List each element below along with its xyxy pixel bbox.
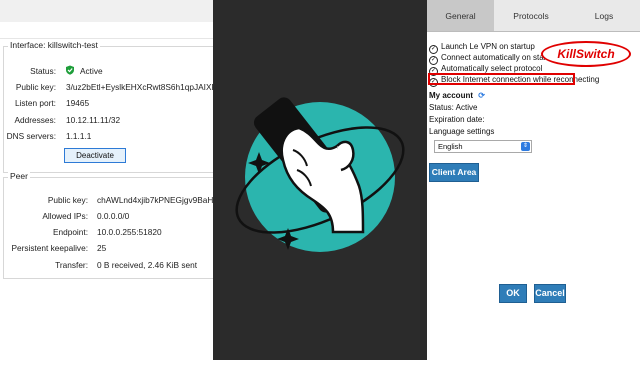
divider — [0, 38, 213, 39]
dns-servers-value: 1.1.1.1 — [66, 131, 92, 141]
allowed-ips-label: Allowed IPs: — [42, 211, 88, 221]
option-label: Automatically select protocol — [441, 64, 543, 73]
expiration-text: Expiration date: — [429, 115, 485, 124]
hand-holding-phone-icon — [235, 97, 405, 252]
killswitch-callout: KillSwitch — [541, 41, 631, 67]
option-label: Launch Le VPN on startup — [441, 42, 535, 51]
refresh-icon[interactable]: ⟳ — [478, 91, 485, 100]
tab-bar: General Protocols Logs — [427, 0, 640, 32]
client-area-button[interactable]: Client Area — [429, 163, 479, 182]
endpoint-label: Endpoint: — [52, 227, 88, 237]
addresses-value: 10.12.11.11/32 — [66, 115, 121, 125]
endpoint-value: 10.0.0.255:51820 — [97, 227, 162, 237]
peer-public-key-label: Public key: — [47, 195, 88, 205]
dns-servers-label: DNS servers: — [6, 131, 56, 141]
transfer-value: 0 B received, 2.46 KiB sent — [97, 260, 198, 270]
wireguard-panel: Interface: killswitch-test Status: Activ… — [0, 0, 213, 360]
language-value: English — [438, 142, 463, 151]
status-label: Status: — [30, 66, 56, 76]
tab-protocols[interactable]: Protocols — [494, 0, 568, 31]
status-value: Active — [80, 66, 103, 76]
my-account-label: My account — [429, 91, 474, 100]
language-settings-label: Language settings — [429, 127, 495, 136]
peer-public-key-value: chAWLnd4xjib7kPNEGjgv9BaH — [97, 195, 213, 205]
listen-port-value: 19465 — [66, 98, 90, 108]
keepalive-value: 25 — [97, 243, 107, 253]
shield-check-icon — [66, 65, 74, 75]
transfer-label: Transfer: — [55, 260, 88, 270]
interface-legend: Interface: killswitch-test — [8, 40, 100, 50]
cancel-button[interactable]: Cancel — [534, 284, 566, 303]
tab-general[interactable]: General — [427, 0, 494, 31]
public-key-value: 3/uz2bEtl+EyslkEHXcRwt8S6h1qpJAIXP — [66, 82, 213, 92]
illustration-panel — [213, 0, 427, 360]
ok-button[interactable]: OK — [499, 284, 527, 303]
chevron-updown-icon[interactable]: ⇕ — [521, 142, 530, 151]
keepalive-label: Persistent keepalive: — [11, 243, 88, 253]
tab-logs[interactable]: Logs — [568, 0, 640, 31]
highlight-frame — [428, 73, 575, 85]
deactivate-button[interactable]: Deactivate — [64, 148, 126, 163]
peer-legend: Peer — [8, 171, 30, 181]
listen-port-label: Listen port: — [14, 98, 56, 108]
status-text: Status: Active — [429, 103, 478, 112]
my-account-row: My account ⟳ — [429, 91, 485, 100]
public-key-label: Public key: — [15, 82, 56, 92]
le-vpn-settings-panel: General Protocols Logs ✓ Launch Le VPN on… — [427, 0, 640, 360]
addresses-label: Addresses: — [14, 115, 56, 125]
language-select[interactable]: English ⇕ — [434, 140, 532, 153]
toolbar-strip — [0, 0, 213, 22]
allowed-ips-value: 0.0.0.0/0 — [97, 211, 130, 221]
